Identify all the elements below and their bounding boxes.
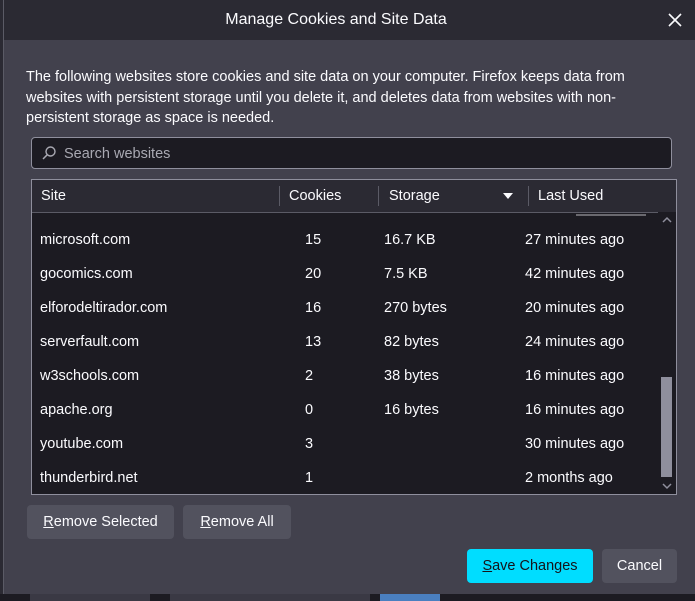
remove-all-button[interactable]: Remove All <box>183 505 291 539</box>
close-button[interactable] <box>663 8 687 32</box>
cell-last-used: 20 minutes ago <box>525 300 625 316</box>
access-key: R <box>200 514 211 530</box>
column-separator[interactable] <box>279 186 280 206</box>
cell-site: youtube.com <box>40 436 124 452</box>
sort-descending-icon <box>503 193 513 199</box>
cell-storage: 16.7 KB <box>384 232 436 248</box>
column-header-cookies[interactable]: Cookies <box>289 180 374 212</box>
cell-last-used: 24 minutes ago <box>525 334 625 350</box>
cell-cookies: 3 <box>305 436 314 452</box>
column-header-last-used[interactable]: Last Used <box>538 180 648 212</box>
search-input[interactable] <box>62 138 666 170</box>
cell-cookies: 16 <box>305 300 322 316</box>
cell-site: elforodeltirador.com <box>40 300 168 316</box>
cell-cookies: 2 <box>305 368 314 384</box>
cell-last-used: 42 minutes ago <box>525 266 625 282</box>
access-key: S <box>482 558 493 574</box>
table-row[interactable]: microsoft.com 15 16.7 KB 27 minutes ago <box>32 223 658 257</box>
cell-site: w3schools.com <box>40 368 140 384</box>
search-icon <box>42 146 56 160</box>
button-label: emove Selected <box>53 514 158 530</box>
close-icon <box>668 13 682 27</box>
cell-cookies: 15 <box>305 232 322 248</box>
column-separator[interactable] <box>528 186 529 206</box>
manage-cookies-dialog: Manage Cookies and Site Data The followi… <box>3 0 695 594</box>
button-label: emove All <box>210 514 274 530</box>
button-label: ave Changes <box>492 558 578 574</box>
cell-site: serverfault.com <box>40 334 140 350</box>
cell-site: microsoft.com <box>40 232 131 248</box>
search-box[interactable] <box>31 137 672 170</box>
column-header-site[interactable]: Site <box>41 180 281 212</box>
table-row[interactable]: gocomics.com 20 7.5 KB 42 minutes ago <box>32 257 658 291</box>
dialog-titlebar: Manage Cookies and Site Data <box>4 0 695 40</box>
cell-last-used: 30 minutes ago <box>525 436 625 452</box>
table-row[interactable]: elforodeltirador.com 16 270 bytes 20 min… <box>32 291 658 325</box>
cell-last-used: 2 months ago <box>525 470 613 486</box>
cell-site: gocomics.com <box>40 266 133 282</box>
table-row[interactable]: youtube.com 3 30 minutes ago <box>32 427 658 461</box>
table-row[interactable]: w3schools.com 2 38 bytes 16 minutes ago <box>32 359 658 393</box>
cell-cookies: 13 <box>305 334 322 350</box>
dialog-title: Manage Cookies and Site Data <box>225 11 447 28</box>
cell-storage: 270 bytes <box>384 300 447 316</box>
table-row[interactable]: apache.org 0 16 bytes 16 minutes ago <box>32 393 658 427</box>
table-row[interactable]: thunderbird.net 1 2 months ago <box>32 461 658 494</box>
cell-last-used: 16 minutes ago <box>525 402 625 418</box>
save-changes-button[interactable]: Save Changes <box>467 549 593 583</box>
sites-table: Site Cookies Storage Last Used microsoft… <box>31 179 677 495</box>
cell-storage: 82 bytes <box>384 334 439 350</box>
table-header: Site Cookies Storage Last Used <box>32 180 676 213</box>
table-scrollbar[interactable] <box>658 212 676 494</box>
column-header-storage[interactable]: Storage <box>389 180 469 212</box>
cell-site: apache.org <box>40 402 113 418</box>
access-key: R <box>43 514 54 530</box>
scrollbar-thumb[interactable] <box>661 377 672 477</box>
cell-storage: 16 bytes <box>384 402 439 418</box>
cell-last-used: 27 minutes ago <box>525 232 625 248</box>
partially-visible-row <box>32 212 658 218</box>
scroll-down-arrow-icon[interactable] <box>662 481 672 491</box>
column-separator[interactable] <box>378 186 379 206</box>
remove-selected-button[interactable]: Remove Selected <box>27 505 174 539</box>
cancel-button[interactable]: Cancel <box>602 549 677 583</box>
background-window-bottom <box>0 594 695 601</box>
scroll-up-arrow-icon[interactable] <box>662 215 672 225</box>
table-row[interactable]: serverfault.com 13 82 bytes 24 minutes a… <box>32 325 658 359</box>
dialog-description: The following websites store cookies and… <box>26 69 625 126</box>
cell-cookies: 20 <box>305 266 322 282</box>
cell-storage: 38 bytes <box>384 368 439 384</box>
cell-storage: 7.5 KB <box>384 266 428 282</box>
cell-cookies: 0 <box>305 402 314 418</box>
cell-site: thunderbird.net <box>40 470 138 486</box>
cell-last-used: 16 minutes ago <box>525 368 625 384</box>
cell-cookies: 1 <box>305 470 314 486</box>
